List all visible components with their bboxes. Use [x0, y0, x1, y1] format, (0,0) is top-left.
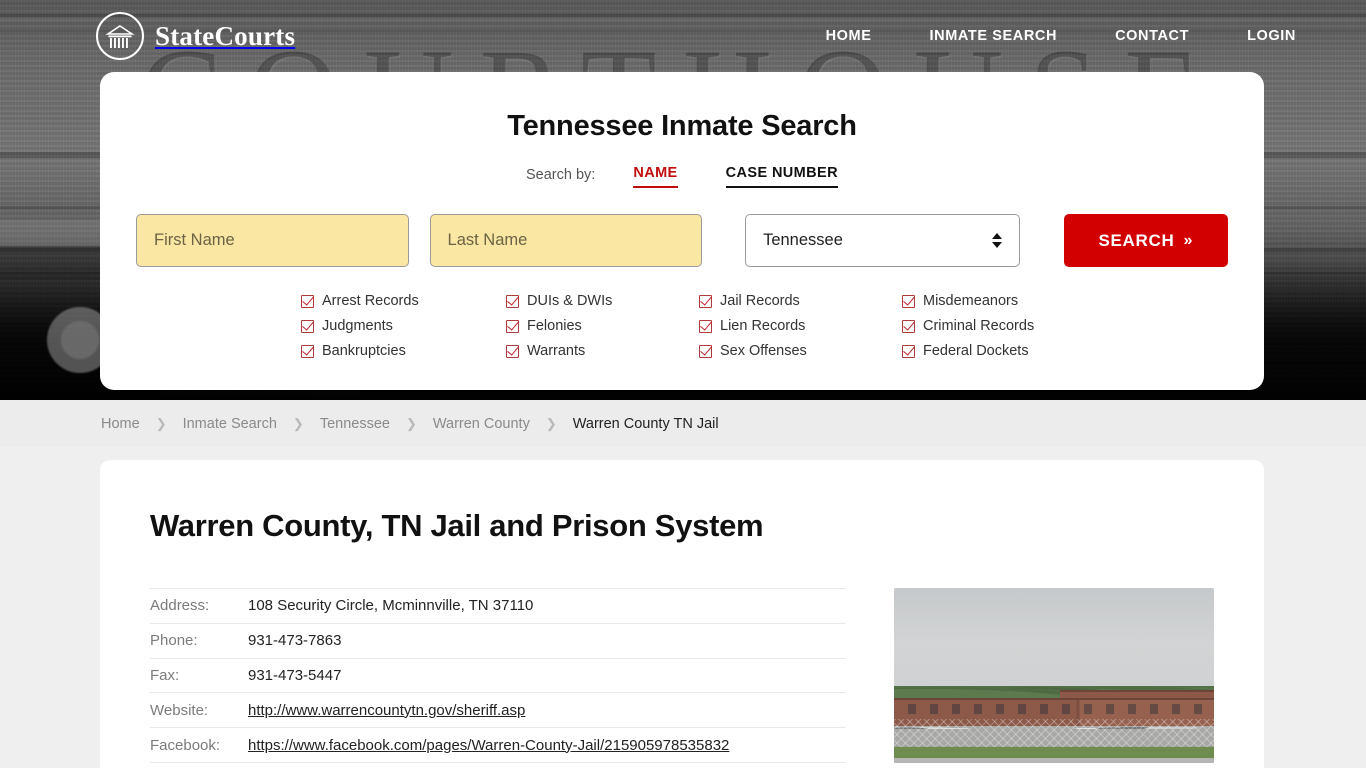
- category-label: Sex Offenses: [720, 343, 807, 359]
- category-label: Criminal Records: [923, 318, 1035, 334]
- category-duis-dwis[interactable]: DUIs & DWIs: [506, 293, 699, 309]
- nav-item-home[interactable]: HOME: [826, 22, 872, 50]
- main-nav: HOME INMATE SEARCH CONTACT LOGIN: [826, 22, 1296, 50]
- category-sex-offenses[interactable]: Sex Offenses: [699, 343, 902, 359]
- chevron-right-icon: ❯: [155, 415, 167, 431]
- chevron-right-icon: ❯: [545, 415, 557, 431]
- search-panel-title: Tennessee Inmate Search: [507, 110, 857, 142]
- state-select-value: Tennessee: [763, 231, 843, 249]
- photo-sky: [894, 588, 1214, 690]
- row-label: Fax:: [150, 666, 180, 684]
- breadcrumb-item-inmate-search[interactable]: Inmate Search: [183, 416, 277, 432]
- category-label: Bankruptcies: [322, 343, 406, 359]
- nav-item-inmate-search[interactable]: INMATE SEARCH: [930, 22, 1058, 50]
- checkbox-checked-icon[interactable]: [902, 319, 915, 333]
- checkbox-checked-icon[interactable]: [301, 344, 314, 358]
- jail-photo-container: [894, 588, 1214, 763]
- tab-search-by-name[interactable]: NAME: [633, 165, 678, 188]
- category-label: Arrest Records: [322, 293, 419, 309]
- category-judgments[interactable]: Judgments: [301, 318, 506, 334]
- row-label: Address:: [150, 588, 248, 624]
- photo-road: [894, 757, 1214, 763]
- chevron-right-icon: ❯: [292, 415, 304, 431]
- breadcrumb-item-tennessee[interactable]: Tennessee: [320, 416, 390, 432]
- category-arrest-records[interactable]: Arrest Records: [301, 293, 506, 309]
- breadcrumb-item-home[interactable]: Home: [101, 416, 140, 432]
- breadcrumb: Home ❯ Inmate Search ❯ Tennessee ❯ Warre…: [0, 400, 1366, 447]
- top-navigation-bar: StateCourts HOME INMATE SEARCH CONTACT L…: [0, 0, 1366, 72]
- table-row: Phone: 931-473-7863: [150, 623, 846, 659]
- category-bankruptcies[interactable]: Bankruptcies: [301, 343, 506, 359]
- checkbox-checked-icon[interactable]: [301, 319, 314, 333]
- search-by-label: Search by:: [526, 167, 596, 183]
- tab-search-by-case-number[interactable]: CASE NUMBER: [725, 165, 838, 188]
- search-form-row: First Name Last Name Tennessee SEARCH »: [136, 214, 1228, 267]
- double-chevron-right-icon: »: [1183, 231, 1194, 249]
- jail-photo: [894, 588, 1214, 763]
- table-row: Address: 108 Security Circle, Mcminnvill…: [150, 588, 846, 624]
- row-label: Facebook:: [150, 736, 221, 754]
- photo-building-windows: [894, 703, 1214, 714]
- last-name-placeholder-text: Last Name: [447, 231, 528, 249]
- site-header-hero: COURTHOUSE StateCourts HOME INMATE SEARC…: [0, 0, 1366, 400]
- checkbox-checked-icon[interactable]: [699, 319, 712, 333]
- brand-logo-link[interactable]: StateCourts: [96, 12, 295, 60]
- jail-info-table: Address: 108 Security Circle, Mcminnvill…: [150, 588, 846, 763]
- category-jail-records[interactable]: Jail Records: [699, 293, 902, 309]
- row-label: Phone:: [150, 632, 198, 650]
- checkbox-checked-icon[interactable]: [506, 344, 519, 358]
- state-select[interactable]: Tennessee: [745, 214, 1020, 267]
- category-label: Lien Records: [720, 318, 806, 334]
- breadcrumb-item-warren-county[interactable]: Warren County: [433, 416, 530, 432]
- first-name-input[interactable]: First Name: [136, 214, 409, 267]
- row-label: Website:: [150, 701, 209, 719]
- last-name-input[interactable]: Last Name: [429, 214, 703, 267]
- row-value: 931-473-5447: [248, 666, 342, 684]
- record-category-list: Arrest Records DUIs & DWIs Jail Records …: [301, 293, 1063, 359]
- table-row: Website: http://www.warrencountytn.gov/s…: [150, 693, 846, 728]
- search-by-tabs: Search by: NAME CASE NUMBER: [136, 165, 1228, 188]
- category-felonies[interactable]: Felonies: [506, 318, 699, 334]
- table-row: Fax: 931-473-5447: [150, 658, 846, 693]
- category-label: Warrants: [527, 343, 586, 359]
- facebook-link[interactable]: https://www.facebook.com/pages/Warren-Co…: [248, 737, 729, 754]
- category-label: Judgments: [322, 318, 393, 334]
- checkbox-checked-icon[interactable]: [301, 294, 314, 308]
- courthouse-circle-icon: [96, 12, 144, 60]
- breadcrumb-item-current: Warren County TN Jail: [572, 415, 719, 432]
- category-warrants[interactable]: Warrants: [506, 343, 699, 359]
- checkbox-checked-icon[interactable]: [902, 344, 915, 358]
- page-title: Warren County, TN Jail and Prison System: [150, 508, 764, 543]
- category-label: Misdemeanors: [923, 293, 1019, 309]
- nav-item-login[interactable]: LOGIN: [1247, 22, 1296, 50]
- first-name-placeholder-text: First Name: [154, 231, 235, 249]
- category-misdemeanors[interactable]: Misdemeanors: [902, 293, 1062, 309]
- category-criminal-records[interactable]: Criminal Records: [902, 318, 1062, 334]
- table-row: Facebook: https://www.facebook.com/pages…: [150, 728, 846, 763]
- detail-columns: Address: 108 Security Circle, Mcminnvill…: [150, 588, 1214, 763]
- search-button[interactable]: SEARCH »: [1063, 214, 1228, 267]
- category-federal-dockets[interactable]: Federal Dockets: [902, 343, 1062, 359]
- category-label: Federal Dockets: [923, 343, 1029, 359]
- jail-detail-card: Warren County, TN Jail and Prison System…: [100, 460, 1264, 768]
- category-label: Felonies: [527, 318, 582, 334]
- chevron-right-icon: ❯: [405, 415, 417, 431]
- checkbox-checked-icon[interactable]: [902, 294, 915, 308]
- inmate-search-panel: Tennessee Inmate Search Search by: NAME …: [100, 72, 1264, 390]
- search-button-label: SEARCH: [1098, 230, 1175, 250]
- checkbox-checked-icon[interactable]: [699, 344, 712, 358]
- photo-chainlink-fence: [894, 719, 1214, 749]
- row-value: 108 Security Circle, Mcminnville, TN 371…: [248, 588, 846, 624]
- nav-item-contact[interactable]: CONTACT: [1115, 22, 1189, 50]
- checkbox-checked-icon[interactable]: [699, 294, 712, 308]
- row-value: 931-473-7863: [248, 632, 342, 650]
- website-link[interactable]: http://www.warrencountytn.gov/sheriff.as…: [248, 702, 525, 719]
- checkbox-checked-icon[interactable]: [506, 294, 519, 308]
- chevron-updown-icon: [991, 233, 1002, 248]
- checkbox-checked-icon[interactable]: [506, 319, 519, 333]
- brand-name-text: StateCourts: [155, 20, 296, 51]
- category-label: Jail Records: [720, 293, 800, 309]
- category-lien-records[interactable]: Lien Records: [699, 318, 902, 334]
- category-label: DUIs & DWIs: [527, 293, 613, 309]
